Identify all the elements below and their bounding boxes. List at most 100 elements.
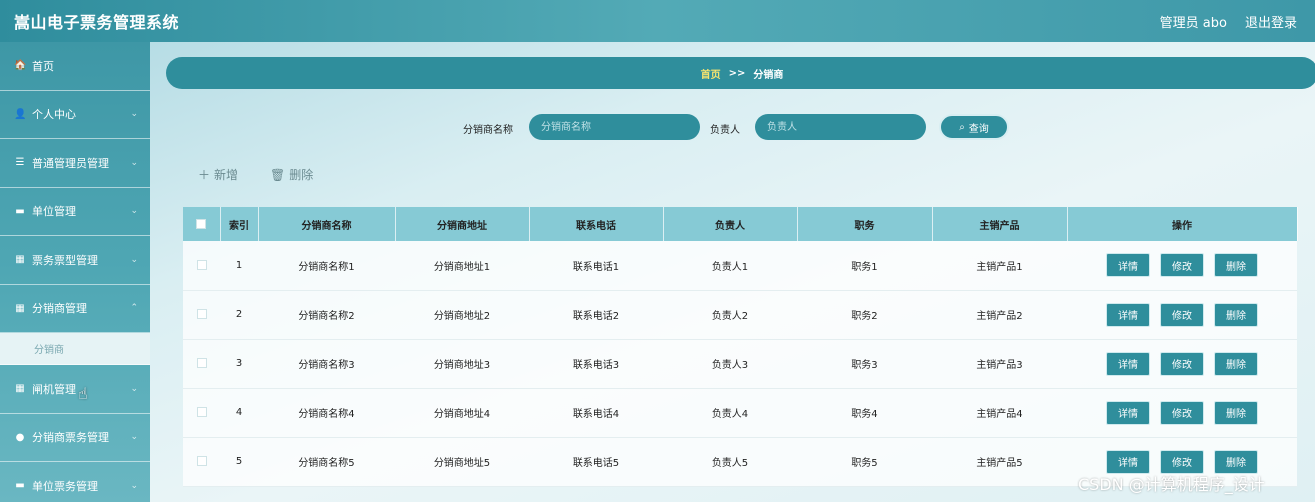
row-select-cell (183, 241, 220, 290)
monitor-icon: ▬ (15, 205, 25, 217)
grid-icon: ▦ (15, 383, 25, 395)
owner-input[interactable] (755, 114, 926, 140)
csdn-watermark: CSDN @计算机程序_设计 (1078, 475, 1265, 494)
plus-icon: ＋ (198, 168, 211, 182)
app-title: 嵩山电子票务管理系统 (14, 13, 180, 32)
edit-button[interactable]: 修改 (1160, 253, 1204, 278)
breadcrumb: 首页 >> 分销商 (166, 57, 1315, 89)
cell-index: 1 (235, 259, 243, 271)
column-header-position[interactable]: 职务 (797, 207, 933, 241)
user-area: 管理员 abo 退出登录 (1160, 12, 1297, 31)
cell-product: 主销产品5 (976, 458, 1023, 469)
sidebar-item-label: 首页 (32, 59, 54, 73)
chevron-down-icon: ⌄ (130, 432, 138, 443)
sidebar-item-label: 闸机管理 (32, 382, 76, 396)
row-checkbox[interactable] (196, 358, 207, 368)
row-select-cell (183, 388, 220, 437)
column-header-product[interactable]: 主销产品 (932, 207, 1068, 241)
delete-button[interactable]: 删除 (1214, 449, 1258, 474)
owner-label: 负责人 (710, 125, 740, 136)
column-header-operations: 操作 (1067, 207, 1298, 241)
sidebar-item-distributor-management[interactable]: ▦ 分销商管理 ⌃ (0, 285, 150, 333)
table-row: 3 分销商名称3 分销商地址3 联系电话3 负责人3 职务3 主销产品3 详情 … (183, 339, 1297, 388)
chevron-down-icon: ⌄ (130, 480, 138, 491)
cell-owner: 负责人1 (711, 261, 749, 273)
monitor-icon: ▬ (15, 480, 25, 492)
sidebar-item-label: 票务票型管理 (32, 253, 98, 267)
delete-button[interactable]: 删除 (1214, 351, 1258, 376)
sidebar-item-home[interactable]: 🏠 首页 (0, 42, 150, 91)
cell-product: 主销产品2 (976, 311, 1023, 322)
edit-button[interactable]: 修改 (1160, 400, 1204, 425)
edit-button[interactable]: 修改 (1160, 449, 1204, 474)
row-checkbox[interactable] (196, 407, 207, 417)
chevron-down-icon: ⌄ (130, 254, 138, 265)
distributor-name-input[interactable] (529, 114, 700, 140)
grid-icon: ▦ (15, 302, 25, 314)
distributor-table: 索引 分销商名称 分销商地址 联系电话 负责人 职务 主销产品 操作 1 分销商… (183, 207, 1298, 487)
detail-button[interactable]: 详情 (1106, 351, 1150, 376)
sidebar-item-distributor-ticket-management[interactable]: ● 分销商票务管理 ⌄ (0, 414, 150, 462)
cell-position: 职务3 (851, 360, 878, 371)
table-row: 2 分销商名称2 分销商地址2 联系电话2 负责人2 职务2 主销产品2 详情 … (183, 290, 1297, 339)
cell-index: 3 (235, 358, 243, 369)
row-select-cell (183, 290, 220, 339)
logout-link[interactable]: 退出登录 (1245, 12, 1297, 31)
cell-position: 职务5 (851, 458, 878, 469)
add-button-label: 新增 (214, 168, 239, 182)
table-header-row: 索引 分销商名称 分销商地址 联系电话 负责人 职务 主销产品 操作 (183, 207, 1298, 241)
cell-position: 职务2 (851, 311, 878, 322)
cell-name: 分销商名称3 (298, 360, 355, 371)
detail-button[interactable]: 详情 (1106, 253, 1150, 278)
column-header-owner[interactable]: 负责人 (663, 207, 798, 241)
column-header-phone[interactable]: 联系电话 (529, 207, 664, 241)
chevron-down-icon: ⌄ (130, 383, 138, 394)
breadcrumb-current: 分销商 (753, 69, 784, 81)
select-all-checkbox[interactable] (196, 218, 207, 229)
query-button[interactable]: ⌕ 查询 (939, 114, 1009, 140)
list-icon: ☰ (15, 157, 25, 169)
sidebar-item-unit-management[interactable]: ▬ 单位管理 ⌄ (0, 188, 150, 236)
row-checkbox[interactable] (196, 309, 207, 319)
cell-operations: 详情 修改 删除 (1067, 290, 1297, 339)
cell-position: 职务1 (851, 261, 878, 273)
top-bar: 嵩山电子票务管理系统 管理员 abo 退出登录 (0, 0, 1315, 42)
sidebar-item-ticket-type-management[interactable]: ▦ 票务票型管理 ⌄ (0, 236, 150, 285)
batch-delete-button[interactable]: 🗑 删除 (270, 166, 313, 183)
column-header-address[interactable]: 分销商地址 (395, 207, 530, 241)
cell-index: 5 (235, 456, 243, 467)
breadcrumb-home[interactable]: 首页 (701, 66, 721, 81)
cell-operations: 详情 修改 删除 (1067, 388, 1297, 437)
sidebar-subitem-distributor[interactable]: 分销商 (0, 333, 150, 365)
detail-button[interactable]: 详情 (1106, 302, 1150, 327)
cell-phone: 联系电话3 (572, 360, 620, 371)
sidebar-item-label: 单位票务管理 (32, 479, 98, 493)
trash-icon: 🗑 (270, 167, 286, 182)
cell-phone: 联系电话4 (572, 409, 620, 420)
row-checkbox[interactable] (196, 456, 207, 466)
chevron-down-icon: ⌄ (130, 206, 138, 217)
row-checkbox[interactable] (196, 259, 207, 270)
column-header-name[interactable]: 分销商名称 (258, 207, 396, 241)
edit-button[interactable]: 修改 (1160, 351, 1204, 376)
edit-button[interactable]: 修改 (1160, 302, 1204, 327)
column-header-index[interactable]: 索引 (220, 207, 259, 241)
detail-button[interactable]: 详情 (1106, 449, 1150, 474)
table-row: 4 分销商名称4 分销商地址4 联系电话4 负责人4 职务4 主销产品4 详情 … (183, 388, 1297, 437)
delete-button[interactable]: 删除 (1214, 302, 1258, 327)
sidebar-item-admin-management[interactable]: ☰ 普通管理员管理 ⌄ (0, 139, 150, 188)
cell-name: 分销商名称1 (298, 261, 355, 273)
admin-user-label[interactable]: 管理员 abo (1160, 12, 1227, 31)
add-button[interactable]: ＋ 新增 (198, 166, 238, 183)
sidebar-item-unit-ticket-management[interactable]: ▬ 单位票务管理 ⌄ (0, 462, 150, 502)
cell-name: 分销商名称4 (298, 409, 355, 420)
sidebar-item-gate-management[interactable]: ▦ 闸机管理 ⌄ (0, 365, 150, 414)
cell-name: 分销商名称5 (298, 458, 355, 469)
chevron-down-icon: ⌄ (130, 157, 138, 168)
delete-button[interactable]: 删除 (1214, 400, 1258, 425)
delete-button[interactable]: 删除 (1214, 253, 1258, 278)
cell-operations: 详情 修改 删除 (1067, 241, 1297, 290)
cell-product: 主销产品3 (976, 360, 1023, 371)
detail-button[interactable]: 详情 (1106, 400, 1150, 425)
cell-phone: 联系电话5 (572, 458, 620, 469)
